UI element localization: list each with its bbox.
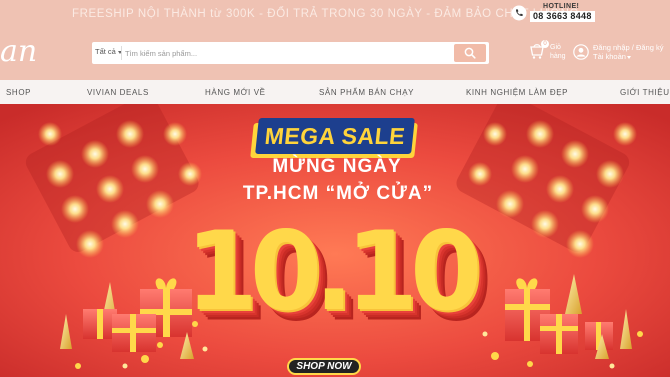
cart-count-badge: 0 <box>541 40 549 48</box>
cart-label[interactable]: Giỏ hàng <box>550 43 570 61</box>
nav-item-about[interactable]: GIỚI THIỆU <box>620 88 670 97</box>
phone-icon <box>511 5 527 21</box>
hero-banner[interactable]: MEGA SALE MỪNG NGÀY TP.HCM “MỞ CỬA” 10.1… <box>0 104 670 377</box>
banner-sale-date: 10.10 <box>185 206 483 336</box>
promo-text: FREESHIP NỘI THÀNH từ 300K - ĐỔI TRẢ TRO… <box>72 8 580 20</box>
account-menu[interactable]: Tài khoản <box>593 52 631 61</box>
nav-item-new-arrivals[interactable]: HÀNG MỚI VỀ <box>205 88 266 97</box>
chevron-down-icon <box>626 55 631 59</box>
search-icon <box>464 47 476 59</box>
nav-item-shop[interactable]: SHOP <box>6 88 31 97</box>
site-header: an Tất cả 0 Giỏ hàng Đăng nhập / Đăng ký… <box>0 28 670 80</box>
search-category-select[interactable]: Tất cả <box>95 47 122 56</box>
search-input[interactable] <box>125 46 443 60</box>
nav-item-best-sellers[interactable]: SẢN PHẨM BÁN CHẠY <box>319 88 414 97</box>
banner-headline-line1: MỪNG NGÀY <box>272 156 402 177</box>
search-button[interactable] <box>454 44 486 62</box>
mega-sale-text: MEGA SALE <box>263 123 407 149</box>
hotline-label: HOTLINE! <box>543 3 580 10</box>
account-label: Tài khoản <box>593 52 626 61</box>
nav-item-beauty-tips[interactable]: KINH NGHIỆM LÀM ĐẸP <box>466 88 568 97</box>
main-nav: SHOP VIVIAN DEALS HÀNG MỚI VỀ SẢN PHẨM B… <box>0 80 670 104</box>
search-category-label: Tất cả <box>95 47 116 56</box>
login-register-link[interactable]: Đăng nhập / Đăng ký <box>593 43 663 52</box>
search-divider <box>121 46 122 60</box>
nav-item-vivian-deals[interactable]: VIVIAN DEALS <box>87 88 149 97</box>
hotline-number[interactable]: 08 3663 8448 <box>530 11 595 22</box>
banner-headline-line2: TP.HCM “MỞ CỬA” <box>242 183 434 204</box>
site-logo[interactable]: an <box>0 36 37 68</box>
shop-now-button[interactable]: SHOP NOW <box>287 358 361 375</box>
user-icon[interactable] <box>573 44 589 60</box>
mega-sale-badge: MEGA SALE <box>255 118 415 154</box>
search-bar: Tất cả <box>92 42 489 64</box>
top-promo-bar: FREESHIP NỘI THÀNH từ 300K - ĐỔI TRẢ TRO… <box>0 0 670 28</box>
